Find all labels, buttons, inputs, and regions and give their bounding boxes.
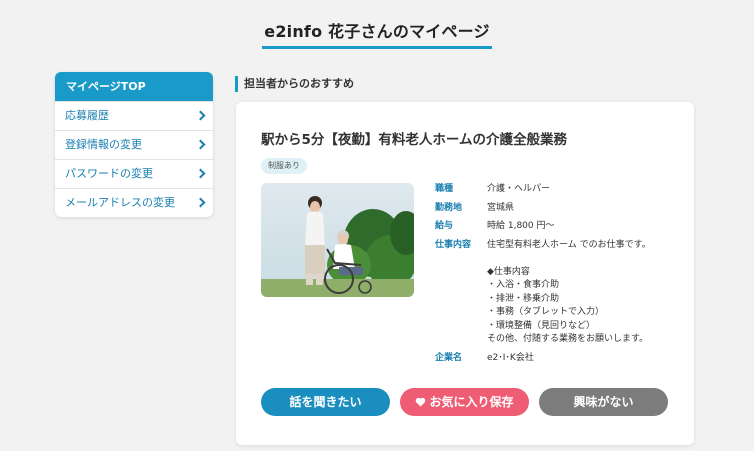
sidebar-item-change-email[interactable]: メールアドレスの変更 [55, 188, 213, 217]
content-line: ・入浴・食事介助 [487, 280, 560, 290]
detail-row-content: 仕事内容 住宅型有料老人ホーム でのお仕事です。 ◆仕事内容 ・入浴・食事介助 … [435, 239, 675, 347]
detail-row-location: 勤務地 宮城県 [435, 202, 675, 216]
chevron-right-icon [195, 168, 206, 179]
favorite-button[interactable]: お気に入り保存 [400, 388, 529, 416]
heart-icon [416, 397, 426, 407]
sidebar-item-label: パスワードの変更 [65, 167, 153, 180]
detail-row-salary: 給与 時給 1,800 円〜 [435, 220, 675, 234]
page-title-text: e2info 花子さんのマイページ [262, 18, 492, 49]
page-title: e2info 花子さんのマイページ [0, 18, 754, 49]
not-interested-button[interactable]: 興味がない [539, 388, 668, 416]
content-line: その他、付随する業務をお願いします。 [487, 334, 649, 344]
sidebar-item-label: 応募履歴 [65, 109, 109, 122]
salary-label: 給与 [435, 221, 454, 231]
sidebar-item-label: メールアドレスの変更 [65, 196, 175, 209]
job-card: 駅から5分【夜勤】有料老人ホームの介護全般業務 制服あり 職種 介護・ヘルパー … [236, 102, 694, 445]
content-intro: 住宅型有料老人ホーム でのお仕事です。 [487, 239, 651, 250]
detail-row-company: 企業名 e2･I･K会社 [435, 352, 675, 366]
salary-value: 時給 1,800 円〜 [487, 221, 555, 231]
content-line: ・事務（タブレットで入力） [487, 307, 605, 317]
chevron-right-icon [195, 110, 206, 121]
content-heading: ◆仕事内容 [487, 266, 530, 277]
sidebar-item-change-password[interactable]: パスワードの変更 [55, 159, 213, 188]
company-label: 企業名 [435, 352, 463, 363]
job-photo [261, 183, 414, 297]
job-details: 職種 介護・ヘルパー 勤務地 宮城県 給与 時給 1,800 円〜 仕事内容 住… [435, 183, 675, 370]
content-value: 住宅型有料老人ホーム でのお仕事です。 ◆仕事内容 ・入浴・食事介助 ・排泄・移… [487, 239, 651, 347]
company-value: e2･I･K会社 [487, 352, 534, 363]
uniform-tag: 制服あり [261, 158, 307, 174]
chevron-right-icon [195, 197, 206, 208]
sidebar-menu: マイページTOP 応募履歴 登録情報の変更 パスワードの変更 メールアドレスの変… [55, 72, 213, 217]
content-line: ・排泄・移乗介助 [487, 293, 560, 304]
content-label: 仕事内容 [435, 239, 472, 250]
sidebar-item-edit-profile[interactable]: 登録情報の変更 [55, 130, 213, 159]
job-title[interactable]: 駅から5分【夜勤】有料老人ホームの介護全般業務 [261, 128, 567, 148]
sidebar-item-mypage-top[interactable]: マイページTOP [55, 72, 213, 101]
location-value: 宮城県 [487, 202, 515, 213]
sidebar-item-label: 登録情報の変更 [65, 138, 142, 151]
content-line: ・環境整備（見回りなど） [487, 320, 596, 331]
location-label: 勤務地 [435, 202, 463, 213]
category-value: 介護・ヘルパー [487, 184, 551, 194]
sidebar-item-application-history[interactable]: 応募履歴 [55, 101, 213, 130]
category-label: 職種 [435, 184, 454, 194]
section-title: 担当者からのおすすめ [235, 76, 354, 92]
chevron-right-icon [195, 139, 206, 150]
detail-row-category: 職種 介護・ヘルパー [435, 183, 675, 197]
talk-button[interactable]: 話を聞きたい [261, 388, 390, 416]
favorite-button-label: お気に入り保存 [429, 395, 514, 409]
